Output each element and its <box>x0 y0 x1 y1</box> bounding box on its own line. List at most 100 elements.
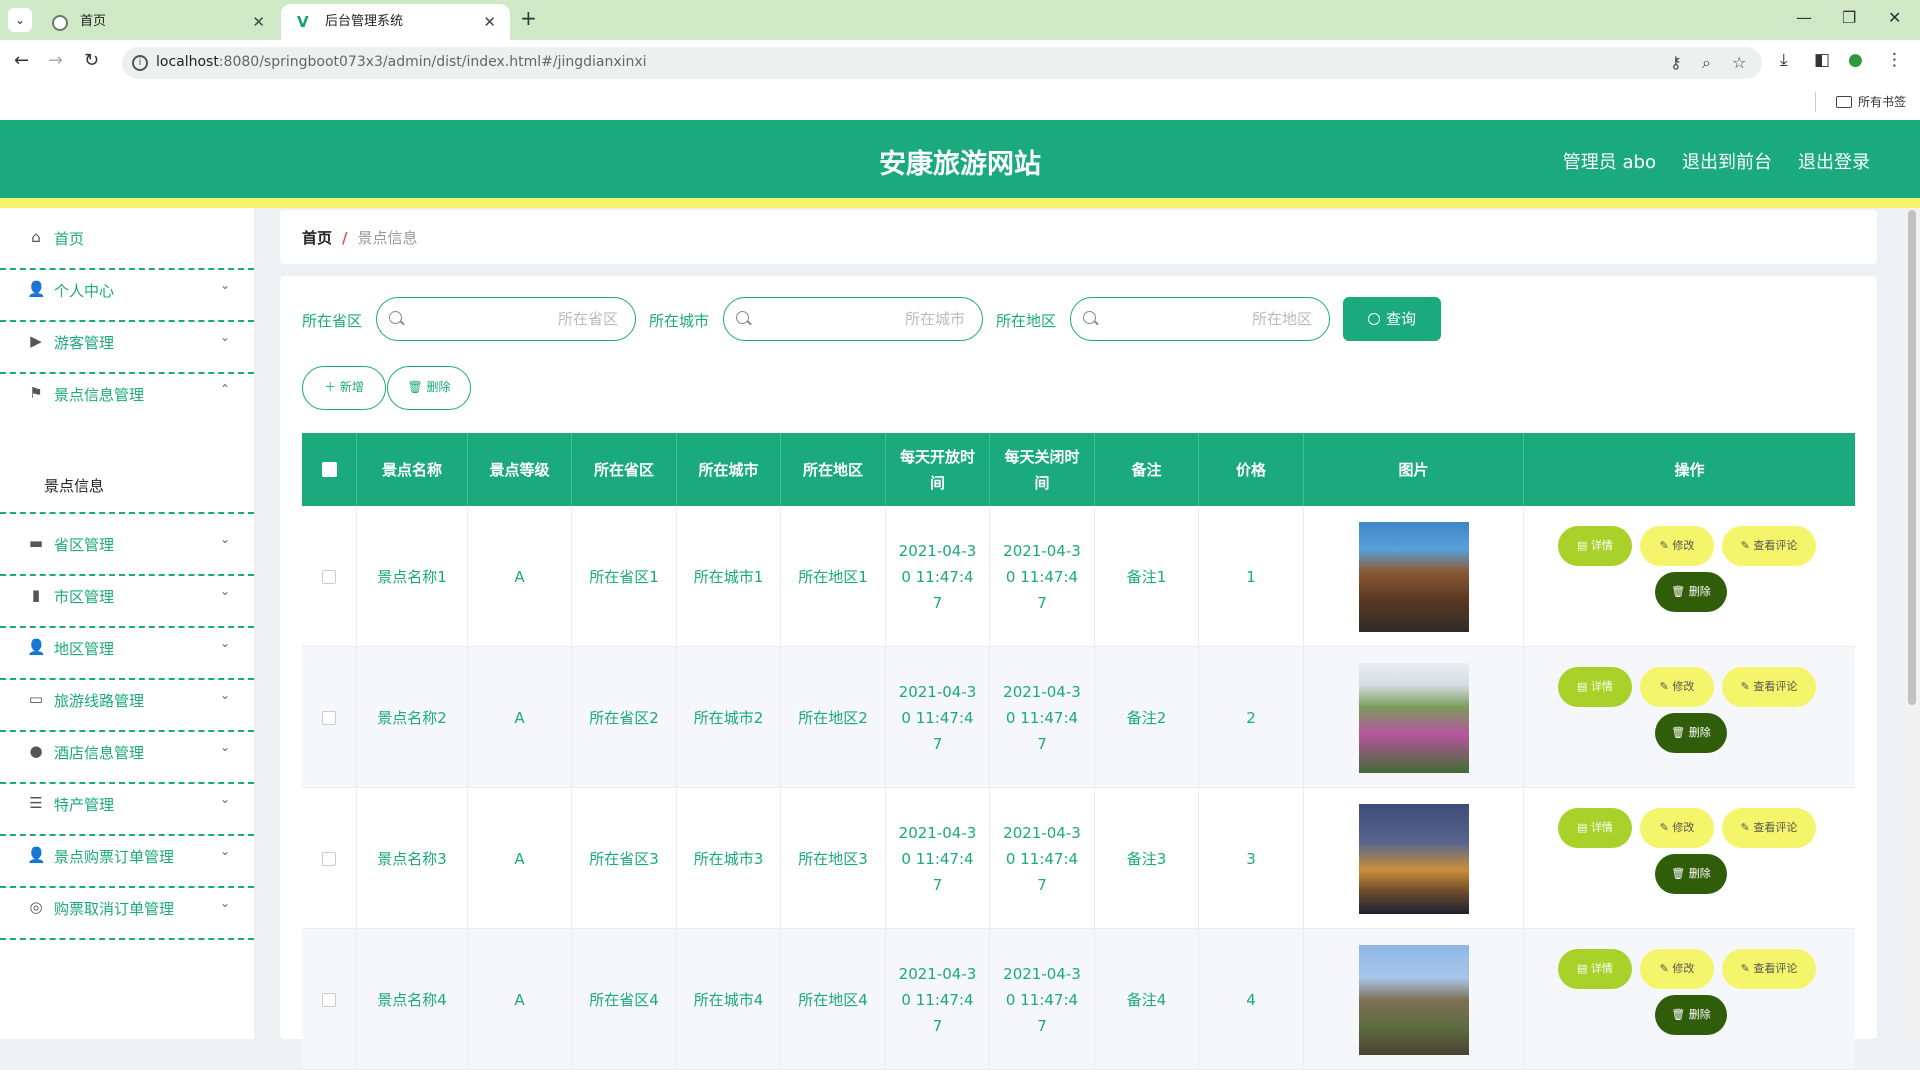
site-info-icon[interactable]: i <box>132 55 148 71</box>
cell-close-time: 2021-04-30 11:47:47 <box>990 506 1095 647</box>
close-tab-icon[interactable]: ✕ <box>252 4 265 40</box>
bookmarks-divider <box>1815 92 1816 112</box>
cell-image <box>1304 929 1524 1070</box>
province-input-field[interactable] <box>413 308 618 330</box>
browser-tab-bar: ⌄ 首页 ✕ V 后台管理系统 ✕ + — ❐ ✕ <box>0 0 1920 40</box>
sidebar-item-label: 景点信息管理 <box>54 386 145 404</box>
zoom-icon[interactable]: ⌕ <box>1702 53 1711 73</box>
scenic-photo[interactable] <box>1358 521 1469 632</box>
chevron-down-icon: ⌄ <box>219 740 230 754</box>
back-to-front-link[interactable]: 退出到前台 <box>1682 152 1772 173</box>
tab-search-button[interactable]: ⌄ <box>8 8 32 32</box>
download-icon[interactable]: ⤓ <box>1780 50 1788 70</box>
url-text: localhost:8080/springboot073x3/admin/dis… <box>156 54 647 70</box>
scenic-photo[interactable] <box>1358 944 1469 1055</box>
forward-icon[interactable]: → <box>48 50 63 71</box>
edit-button[interactable]: ✎ 修改 <box>1640 808 1714 848</box>
search-icon <box>1083 311 1096 324</box>
view-comments-button[interactable]: ✎ 查看评论 <box>1722 526 1816 566</box>
row-checkbox[interactable] <box>322 851 336 866</box>
col-province: 所在省区 <box>572 433 677 506</box>
province-search-input[interactable] <box>376 297 636 341</box>
logout-link[interactable]: 退出登录 <box>1798 152 1870 173</box>
scenic-photo[interactable] <box>1358 803 1469 914</box>
restore-icon[interactable]: ❐ <box>1842 8 1856 27</box>
row-check-cell <box>302 929 357 1070</box>
reload-icon[interactable]: ↻ <box>84 50 99 71</box>
cell-name: 景点名称4 <box>357 929 468 1070</box>
chevron-down-icon: ⌄ <box>219 636 230 650</box>
cell-level: A <box>468 929 572 1070</box>
delete-button[interactable]: 🗑 删除 <box>1655 995 1727 1035</box>
view-comments-button[interactable]: ✎ 查看评论 <box>1722 667 1816 707</box>
cell-image <box>1304 788 1524 929</box>
tab-label: 首页 <box>80 14 107 29</box>
sidebar-item-scenic[interactable]: ⚑ 景点信息管理 ⌃ <box>0 364 254 422</box>
select-all-checkbox[interactable] <box>321 462 337 477</box>
bookmark-star-icon[interactable]: ☆ <box>1732 53 1746 72</box>
all-bookmarks-button[interactable]: 所有书签 <box>1835 93 1906 110</box>
cell-city: 所在城市1 <box>677 506 781 647</box>
globe-icon <box>52 15 68 31</box>
back-icon[interactable]: ← <box>14 50 29 71</box>
city-search-input[interactable] <box>723 297 983 341</box>
sidebar-item-label: 市区管理 <box>54 588 115 606</box>
password-key-icon[interactable]: ⚷ <box>1670 53 1682 72</box>
detail-button[interactable]: ▤ 详情 <box>1558 949 1632 989</box>
query-button[interactable]: 查询 <box>1343 297 1441 341</box>
edit-button[interactable]: ✎ 修改 <box>1640 526 1714 566</box>
row-checkbox[interactable] <box>322 710 336 725</box>
delete-button[interactable]: 🗑 删除 <box>1655 854 1727 894</box>
user-icon: 👤 <box>27 846 46 864</box>
row-checkbox[interactable] <box>322 992 336 1007</box>
browser-tab-home[interactable]: 首页 ✕ <box>36 4 279 40</box>
window-close-icon[interactable]: ✕ <box>1888 8 1901 27</box>
add-button[interactable]: ＋ 新增 <box>302 366 386 410</box>
scenic-photo[interactable] <box>1358 662 1469 773</box>
cell-note: 备注1 <box>1095 506 1199 647</box>
main-content: 所在省区 所在城市 所在地区 查询 ＋ 新增 🗑 删除 景点名称 景点等级 所在… <box>280 276 1877 1070</box>
new-tab-button[interactable]: + <box>520 6 537 30</box>
row-checkbox[interactable] <box>322 569 336 584</box>
cell-level: A <box>468 506 572 647</box>
batch-delete-button[interactable]: 🗑 删除 <box>387 366 471 410</box>
chevron-up-icon: ⌃ <box>219 382 230 396</box>
close-tab-icon[interactable]: ✕ <box>483 4 496 40</box>
address-bar[interactable]: i localhost:8080/springboot073x3/admin/d… <box>122 47 1762 79</box>
cell-note: 备注4 <box>1095 929 1199 1070</box>
sidebar-subitem-scenic-info[interactable]: 景点信息 <box>0 456 254 514</box>
post-icon: ▬ <box>28 534 44 552</box>
area-search-input[interactable] <box>1070 297 1330 341</box>
search-icon <box>389 311 402 324</box>
view-comments-button[interactable]: ✎ 查看评论 <box>1722 808 1816 848</box>
edit-button[interactable]: ✎ 修改 <box>1640 949 1714 989</box>
minimize-icon[interactable]: — <box>1796 8 1812 27</box>
table-row: 景点名称2 A 所在省区2 所在城市2 所在地区2 2021-04-30 11:… <box>302 647 1855 788</box>
cell-province: 所在省区3 <box>572 788 677 929</box>
edit-button[interactable]: ✎ 修改 <box>1640 667 1714 707</box>
profile-avatar-icon[interactable]: ● <box>1848 50 1863 70</box>
home-icon: ⌂ <box>31 228 41 246</box>
chevron-down-icon: ⌄ <box>219 330 230 344</box>
breadcrumb-current: 景点信息 <box>357 229 418 247</box>
page-scrollbar-thumb[interactable] <box>1908 210 1916 705</box>
detail-button[interactable]: ▤ 详情 <box>1558 808 1632 848</box>
area-input-field[interactable] <box>1107 308 1312 330</box>
delete-button[interactable]: 🗑 删除 <box>1655 572 1727 612</box>
delete-button[interactable]: 🗑 删除 <box>1655 713 1727 753</box>
sidebar-item-cancel-orders[interactable]: ◎ 购票取消订单管理 ⌄ <box>0 878 254 940</box>
cell-province: 所在省区4 <box>572 929 677 1070</box>
user-icon: 👤 <box>27 638 46 656</box>
view-comments-button[interactable]: ✎ 查看评论 <box>1722 949 1816 989</box>
browser-tab-admin[interactable]: V 后台管理系统 ✕ <box>281 4 510 40</box>
city-input-field[interactable] <box>760 308 965 330</box>
header-accent-strip <box>0 198 1920 208</box>
cell-close-time: 2021-04-30 11:47:47 <box>990 929 1095 1070</box>
browser-menu-icon[interactable]: ⋮ <box>1886 50 1903 70</box>
detail-button[interactable]: ▤ 详情 <box>1558 526 1632 566</box>
breadcrumb-home[interactable]: 首页 <box>302 229 332 247</box>
cell-price: 1 <box>1199 506 1304 647</box>
sidepanel-icon[interactable]: ◧ <box>1814 50 1830 70</box>
detail-button[interactable]: ▤ 详情 <box>1558 667 1632 707</box>
cell-province: 所在省区1 <box>572 506 677 647</box>
